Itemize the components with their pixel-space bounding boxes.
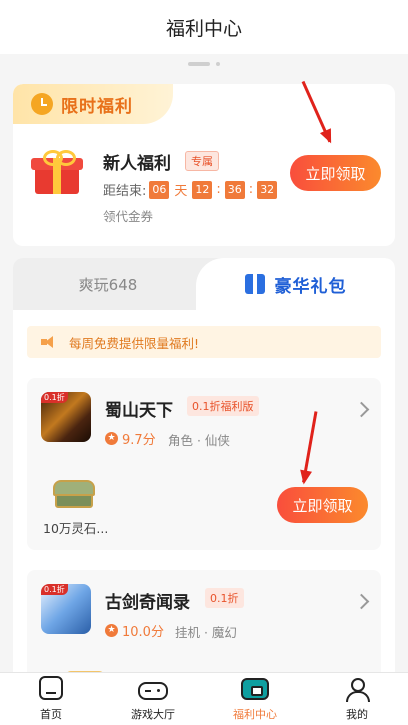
limited-tag: 限时福利	[13, 84, 173, 124]
notice-bar: 每周免费提供限量福利!	[27, 326, 381, 358]
limited-welfare-card: 限时福利 新人福利 专属 距结束: 06 天 12 : 36 : 32 领代金券…	[13, 84, 395, 246]
game-name: 蜀山天下	[105, 401, 173, 421]
speaker-icon	[41, 336, 55, 348]
treasure-chest-icon	[53, 478, 95, 508]
chevron-right-icon[interactable]	[353, 593, 370, 610]
notice-text: 每周免费提供限量福利!	[69, 335, 200, 351]
claim-newbie-button[interactable]: 立即领取	[290, 155, 381, 191]
rating-value: 9.7分	[122, 433, 156, 448]
chevron-right-icon[interactable]	[353, 401, 370, 418]
tab-bar: 爽玩648 豪华礼包	[13, 258, 395, 310]
gujian-game-icon: 0.1折	[41, 584, 91, 634]
game-badge: 0.1折	[205, 588, 244, 608]
tab-deluxe-gift-label: 豪华礼包	[274, 276, 347, 297]
star-icon: ★	[105, 432, 118, 445]
tabbar-label-mine: 我的	[346, 708, 368, 721]
tab-play648[interactable]: 爽玩648	[13, 258, 203, 310]
game-item-shushan[interactable]: 0.1折 蜀山天下 0.1折福利版 ★ 9.7分 角色 · 仙侠 10万灵石..…	[27, 378, 381, 550]
game-category: 角色 · 仙侠	[168, 433, 230, 448]
limited-tag-label: 限时福利	[61, 96, 133, 117]
countdown-label: 距结束:	[103, 184, 147, 199]
claim-gift-button[interactable]: 立即领取	[277, 487, 368, 523]
tabbar-label-welfare: 福利中心	[233, 708, 277, 721]
discount-tag: 0.1折	[41, 392, 68, 403]
rating-value: 10.0分	[122, 625, 164, 640]
tabbar-item-game-hall[interactable]: 游戏大厅	[102, 673, 204, 725]
reward-item-name: 10万灵石...	[43, 521, 109, 536]
tabbar-item-mine[interactable]: 我的	[306, 673, 408, 725]
game-rating: ★ 10.0分	[105, 621, 164, 640]
page-title: 福利中心	[0, 0, 408, 54]
game-rating: ★ 9.7分	[105, 429, 156, 448]
countdown-hours: 12	[192, 180, 213, 199]
home-icon	[39, 676, 63, 700]
countdown-minutes: 36	[224, 180, 245, 199]
gift-box-icon	[244, 274, 265, 294]
tab-deluxe-gift[interactable]: 豪华礼包	[196, 258, 395, 310]
newbie-welfare-subtitle: 领代金券	[103, 209, 154, 224]
shushan-game-icon: 0.1折	[41, 392, 91, 442]
countdown-day-unit: 天	[174, 184, 188, 199]
game-badge: 0.1折福利版	[187, 396, 259, 416]
newbie-welfare-title: 新人福利	[103, 154, 171, 174]
tabbar-label-game-hall: 游戏大厅	[131, 708, 175, 721]
game-category: 挂机 · 魔幻	[175, 625, 237, 640]
gamepad-icon	[138, 682, 168, 700]
tabbar-item-welfare[interactable]: 福利中心	[204, 673, 306, 725]
welfare-icon	[241, 678, 269, 700]
gift-pack-card: 爽玩648 豪华礼包 每周免费提供限量福利! 0.1折 蜀山天下 0.1折福利版…	[13, 258, 395, 698]
discount-tag: 0.1折	[41, 584, 68, 595]
exclusive-badge: 专属	[185, 151, 219, 171]
bottom-tab-bar: 首页 游戏大厅 福利中心 我的	[0, 672, 408, 725]
user-icon	[345, 678, 370, 702]
countdown-days: 06	[149, 180, 170, 199]
countdown-seconds: 32	[257, 180, 278, 199]
page-indicator	[0, 60, 408, 68]
clock-icon	[31, 93, 53, 115]
tabbar-label-home: 首页	[40, 708, 62, 721]
tabbar-item-home[interactable]: 首页	[0, 673, 102, 725]
star-icon: ★	[105, 624, 118, 637]
countdown: 距结束: 06 天 12 : 36 : 32	[103, 180, 280, 199]
gift-icon	[31, 150, 83, 194]
game-name: 古剑奇闻录	[105, 593, 190, 613]
